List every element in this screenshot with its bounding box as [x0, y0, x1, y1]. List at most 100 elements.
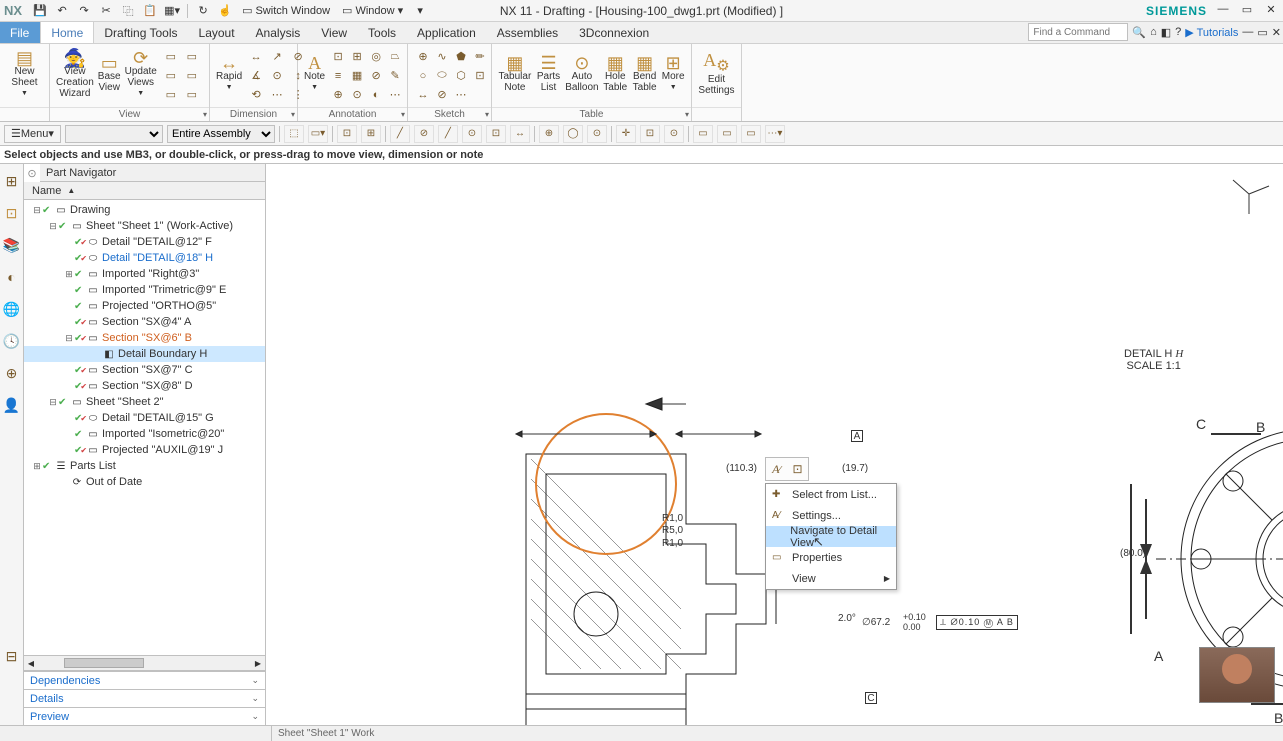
redo-icon[interactable]: ↷ [74, 2, 94, 20]
sel-btn-15[interactable]: ⊡ [640, 125, 660, 143]
update-views-button[interactable]: ⟳Update Views▼ [125, 53, 157, 99]
navigator-hscroll[interactable]: ◀ ▶ [24, 655, 265, 671]
hole-table-button[interactable]: ▦Hole Table [603, 58, 628, 93]
tree-node[interactable]: ⟳Out of Date [24, 474, 265, 490]
parts-list-button[interactable]: ☰Parts List [536, 58, 561, 93]
ctx-select-from-list[interactable]: ✚Select from List... [766, 484, 896, 505]
home-icon[interactable]: ⌂ [1150, 26, 1157, 38]
tab-tools[interactable]: Tools [358, 22, 407, 43]
scroll-right-icon[interactable]: ▶ [251, 656, 265, 670]
tree-node[interactable]: ◧Detail Boundary H [24, 346, 265, 362]
roles-icon[interactable]: ◧ [1161, 26, 1171, 39]
auto-balloon-button[interactable]: ⊙Auto Balloon [565, 58, 598, 93]
window-menu-button[interactable]: ▭ Window ▾ [337, 2, 408, 20]
pin-icon[interactable]: ⊙ [24, 167, 40, 180]
cut-icon[interactable]: ✂ [96, 2, 116, 20]
tabular-note-button[interactable]: ▦Tabular Note [498, 58, 532, 93]
tree-node[interactable]: ⊞✔▭Imported "Right@3" [24, 266, 265, 282]
roles-icon[interactable]: 👤 [3, 396, 21, 414]
bend-table-button[interactable]: ▦Bend Table [632, 58, 657, 93]
footer-dependencies[interactable]: Dependencies⌄ [24, 671, 265, 689]
sketch-small-buttons[interactable]: ⊕∿⬟✏○⬭⬡⊡↔⊘⋯ [414, 48, 489, 104]
history-icon[interactable]: 🕓 [3, 332, 21, 350]
footer-details[interactable]: Details⌄ [24, 689, 265, 707]
tree-node[interactable]: ⊟✔▭Sheet "Sheet 2" [24, 394, 265, 410]
tab-assemblies[interactable]: Assemblies [487, 22, 569, 43]
type-filter-select[interactable] [65, 125, 163, 143]
copy-icon[interactable]: ⿻ [118, 2, 138, 20]
search-icon[interactable]: 🔍 [1132, 26, 1146, 39]
sel-btn-17[interactable]: ▭ [693, 125, 713, 143]
touch-icon[interactable]: ☝ [215, 2, 235, 20]
save-icon[interactable]: 💾 [30, 2, 50, 20]
minimize-button[interactable]: — [1215, 3, 1231, 19]
annotation-small-buttons[interactable]: ⊡⊞◎⏢≡▦⊘✎⊕⊙◐⋯ [329, 48, 404, 104]
qat-overflow-icon[interactable]: ▾ [410, 2, 430, 20]
close-button[interactable]: ✕ [1263, 3, 1279, 19]
sel-btn-3[interactable]: ⊡ [337, 125, 357, 143]
sel-btn-10[interactable]: ↔ [510, 125, 530, 143]
footer-preview[interactable]: Preview⌄ [24, 707, 265, 725]
restore-button[interactable]: ▭ [1239, 3, 1255, 19]
tab-home[interactable]: Home [40, 22, 94, 43]
grid-icon[interactable]: ▦▾ [162, 2, 182, 20]
sel-btn-7[interactable]: ╱ [438, 125, 458, 143]
part-navigator-icon[interactable]: ⊡ [3, 204, 21, 222]
tab-view[interactable]: View [311, 22, 358, 43]
tab-3dconnexion[interactable]: 3Dconnexion [569, 22, 660, 43]
base-view-button[interactable]: ▭Base View [98, 58, 121, 93]
tree-node[interactable]: ✔⬭Detail "DETAIL@18" H [24, 250, 265, 266]
tab-application[interactable]: Application [407, 22, 487, 43]
edit-settings-button[interactable]: A⚙Edit Settings [698, 55, 735, 96]
tab-analysis[interactable]: Analysis [246, 22, 312, 43]
navigator-column-header[interactable]: Name▲ [24, 182, 265, 200]
ctx-properties[interactable]: ▭Properties [766, 547, 896, 568]
mdi-restore-button[interactable]: ▭ [1257, 26, 1267, 39]
tree-node[interactable]: ✔▭Projected "AUXIL@19" J [24, 442, 265, 458]
edit-boundary-icon[interactable]: ⊡ [787, 458, 808, 480]
tree-node[interactable]: ⊞✔☰Parts List [24, 458, 265, 474]
tree-node[interactable]: ✔▭Section "SX@7" C [24, 362, 265, 378]
sel-btn-1[interactable]: ⬚ [284, 125, 304, 143]
tree-node[interactable]: ✔▭Section "SX@8" D [24, 378, 265, 394]
sel-btn-19[interactable]: ▭ [741, 125, 761, 143]
sel-btn-8[interactable]: ⊙ [462, 125, 482, 143]
tab-drafting-tools[interactable]: Drafting Tools [94, 22, 188, 43]
switch-window-button[interactable]: ▭ Switch Window [237, 2, 335, 20]
mdi-close-button[interactable]: ✕ [1272, 26, 1281, 39]
tree-node[interactable]: ✔⬭Detail "DETAIL@12" F [24, 234, 265, 250]
table-more-button[interactable]: ⊞More▼ [661, 58, 685, 93]
menu-button[interactable]: ☰ Menu ▾ [4, 125, 61, 143]
sel-btn-2[interactable]: ▭▾ [308, 125, 328, 143]
assembly-filter-select[interactable]: Entire Assembly [167, 125, 275, 143]
sel-btn-9[interactable]: ⊡ [486, 125, 506, 143]
sel-btn-16[interactable]: ⊙ [664, 125, 684, 143]
tree-node[interactable]: ⊟✔▭Section "SX@6" B [24, 330, 265, 346]
tree-node[interactable]: ✔⬭Detail "DETAIL@15" G [24, 410, 265, 426]
tree-node[interactable]: ✔▭Section "SX@4" A [24, 314, 265, 330]
graphics-canvas[interactable]: (110.3) (19.7) R1,0 R5,0 R1,0 2.0° ∅67.2… [266, 164, 1283, 725]
tab-layout[interactable]: Layout [189, 22, 246, 43]
tree-node[interactable]: ✔▭Imported "Trimetric@9" E [24, 282, 265, 298]
sel-btn-14[interactable]: ✛ [616, 125, 636, 143]
scroll-thumb[interactable] [64, 658, 144, 668]
ctx-view-submenu[interactable]: View▶ [766, 568, 896, 589]
layers-icon[interactable]: ⊟ [3, 647, 21, 665]
help-icon[interactable]: ? [1175, 26, 1181, 38]
note-button[interactable]: ANote▼ [304, 58, 325, 93]
scroll-left-icon[interactable]: ◀ [24, 656, 38, 670]
sel-btn-18[interactable]: ▭ [717, 125, 737, 143]
sel-btn-4[interactable]: ⊞ [361, 125, 381, 143]
paste-icon[interactable]: 📋 [140, 2, 160, 20]
new-sheet-button[interactable]: ▤New Sheet▼ [6, 53, 43, 99]
navigator-tree[interactable]: ⊟✔▭Drawing⊟✔▭Sheet "Sheet 1" (Work-Activ… [24, 200, 265, 655]
hd3d-icon[interactable]: ◐ [3, 268, 21, 286]
view-creation-wizard-button[interactable]: 🧙View Creation Wizard [56, 53, 94, 99]
command-finder-input[interactable] [1028, 23, 1128, 41]
tutorials-button[interactable]: ▶ Tutorials [1185, 26, 1238, 39]
sel-btn-13[interactable]: ⊙ [587, 125, 607, 143]
assembly-navigator-icon[interactable]: ⊞ [3, 172, 21, 190]
systems-icon[interactable]: ⊕ [3, 364, 21, 382]
sel-btn-12[interactable]: ◯ [563, 125, 583, 143]
mdi-minimize-button[interactable]: — [1242, 26, 1253, 38]
